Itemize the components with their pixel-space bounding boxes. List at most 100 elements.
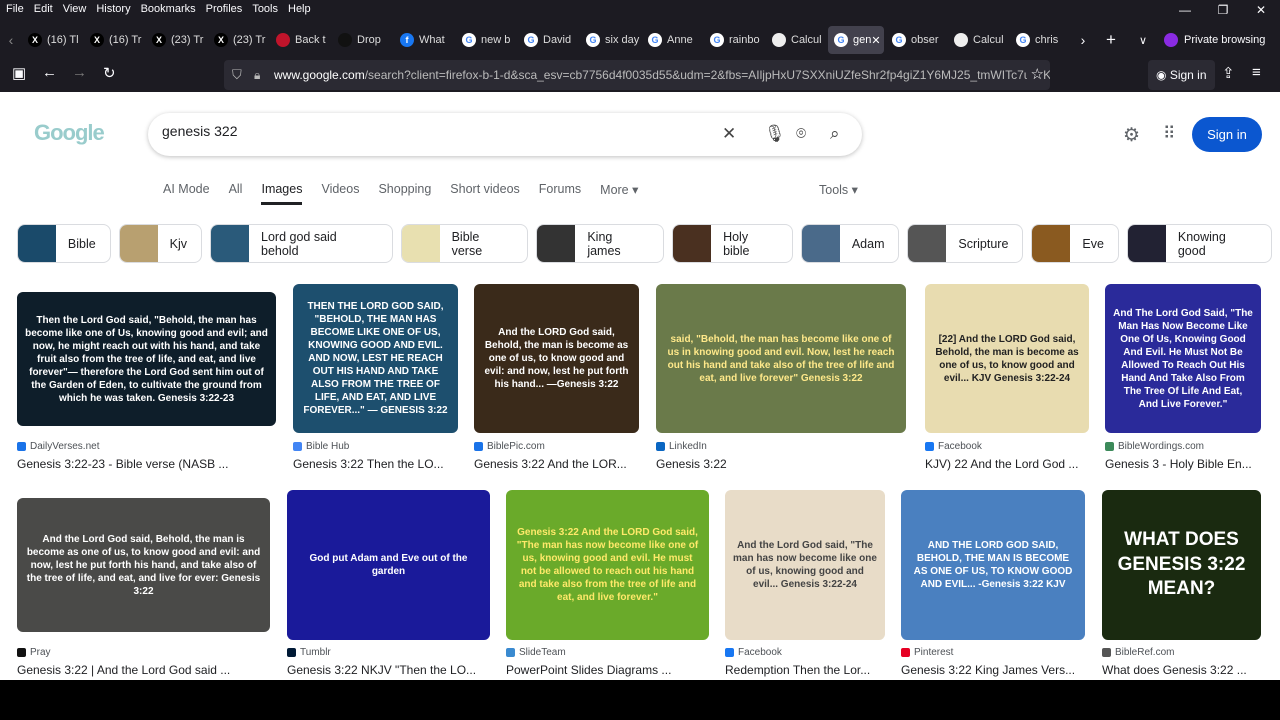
close-icon[interactable]: ✕: [1242, 0, 1280, 20]
chip-bible[interactable]: Bible: [17, 224, 111, 263]
result-source[interactable]: BibleRef.com: [1102, 647, 1261, 658]
menu-item-profiles[interactable]: Profiles: [206, 0, 243, 20]
tab-images[interactable]: Images: [261, 182, 303, 205]
result-source[interactable]: DailyVerses.net: [17, 441, 276, 452]
result-image[interactable]: THEN THE LORD GOD SAID, "BEHOLD, THE MAN…: [293, 284, 458, 433]
chip-knowing-good[interactable]: Knowing good: [1126, 224, 1273, 263]
image-result[interactable]: And the Lord God said, Behold, the man i…: [17, 498, 270, 677]
image-result[interactable]: THEN THE LORD GOD SAID, "BEHOLD, THE MAN…: [293, 284, 458, 471]
result-source[interactable]: SlideTeam: [506, 647, 709, 658]
search-input[interactable]: [162, 123, 702, 139]
browser-tab[interactable]: f What: [394, 26, 454, 54]
result-title[interactable]: Genesis 3:22-23 - Bible verse (NASB ...: [17, 457, 276, 471]
menu-item-view[interactable]: View: [63, 0, 87, 20]
image-result[interactable]: And the LORD God said, Behold, the man i…: [474, 284, 639, 471]
tab-short-videos[interactable]: Short videos: [450, 182, 519, 205]
result-image[interactable]: Then the Lord God said, "Behold, the man…: [17, 292, 276, 426]
result-title[interactable]: Genesis 3:22: [656, 457, 906, 471]
result-source[interactable]: Bible Hub: [293, 441, 458, 452]
result-title[interactable]: Genesis 3:22 NKJV "Then the LO...: [287, 663, 490, 677]
chip-king-james[interactable]: King james: [536, 224, 665, 263]
result-title[interactable]: Genesis 3:22 And the LOR...: [474, 457, 639, 471]
browser-tab[interactable]: Ggen ✕: [828, 26, 884, 54]
result-source[interactable]: Facebook: [725, 647, 885, 658]
new-tab-icon[interactable]: +: [1094, 30, 1128, 50]
result-title[interactable]: Genesis 3 - Holy Bible En...: [1105, 457, 1261, 471]
browser-tab[interactable]: G David: [518, 26, 578, 54]
result-source[interactable]: Tumblr: [287, 647, 490, 658]
result-image[interactable]: And the LORD God said, Behold, the man i…: [474, 284, 639, 433]
forward-icon[interactable]: →: [72, 64, 87, 81]
result-source[interactable]: Pray: [17, 647, 270, 658]
browser-tab[interactable]: X (16) Tl: [22, 26, 82, 54]
google-logo[interactable]: Google: [34, 120, 105, 146]
menu-item-history[interactable]: History: [96, 0, 130, 20]
tab-all[interactable]: All: [229, 182, 243, 205]
image-result[interactable]: WHAT DOES GENESIS 3:22 MEAN? BibleRef.com…: [1102, 490, 1261, 677]
lens-icon[interactable]: ⌾: [796, 124, 806, 144]
menu-item-file[interactable]: File: [6, 0, 24, 20]
image-result[interactable]: Then the Lord God said, "Behold, the man…: [17, 292, 276, 471]
result-title[interactable]: Genesis 3:22 King James Vers...: [901, 663, 1085, 677]
tab-shopping[interactable]: Shopping: [378, 182, 431, 205]
microphone-icon[interactable]: 🎙︎: [764, 124, 786, 144]
chip-bible-verse[interactable]: Bible verse: [400, 224, 529, 263]
tab-scroll-right-icon[interactable]: ›: [1072, 32, 1094, 48]
result-title[interactable]: PowerPoint Slides Diagrams ...: [506, 663, 709, 677]
shield-icon[interactable]: ⛉: [232, 60, 242, 90]
result-image[interactable]: WHAT DOES GENESIS 3:22 MEAN?: [1102, 490, 1261, 640]
menu-item-help[interactable]: Help: [288, 0, 311, 20]
firefox-sign-in-button[interactable]: ◉ Sign in: [1148, 60, 1215, 90]
browser-tab[interactable]: Drop: [332, 26, 392, 54]
google-sign-in-button[interactable]: Sign in: [1192, 117, 1262, 152]
menu-icon[interactable]: ≡: [1252, 64, 1261, 81]
browser-tab[interactable]: Gchris: [1010, 26, 1070, 54]
image-result[interactable]: said, "Behold, the man has become like o…: [656, 284, 906, 471]
settings-gear-icon[interactable]: ⚙: [1123, 124, 1140, 147]
result-image[interactable]: said, "Behold, the man has become like o…: [656, 284, 906, 433]
image-result[interactable]: And the Lord God said, "The man has now …: [725, 490, 885, 677]
result-source[interactable]: LinkedIn: [656, 441, 906, 452]
clear-icon[interactable]: ✕: [722, 124, 736, 144]
browser-tab[interactable]: Calcul: [766, 26, 826, 54]
result-image[interactable]: And the Lord God said, Behold, the man i…: [17, 498, 270, 632]
tab-more[interactable]: More ▾: [600, 182, 638, 205]
browser-tab[interactable]: Gnew b: [456, 26, 516, 54]
result-title[interactable]: What does Genesis 3:22 ...: [1102, 663, 1261, 677]
tools-button[interactable]: Tools ▾: [819, 182, 858, 197]
chip-scripture[interactable]: Scripture: [907, 224, 1024, 263]
sidebar-icon[interactable]: ▣: [12, 64, 26, 82]
menu-item-edit[interactable]: Edit: [34, 0, 53, 20]
browser-tab[interactable]: Back t: [270, 26, 330, 54]
browser-tab[interactable]: X (16) Tr: [84, 26, 144, 54]
browser-tab[interactable]: Gobser: [886, 26, 946, 54]
result-source[interactable]: Pinterest: [901, 647, 1085, 658]
browser-tab[interactable]: Grainbo: [704, 26, 764, 54]
browser-tab[interactable]: X (23) Tr: [146, 26, 206, 54]
tab-close-icon[interactable]: ✕: [871, 34, 880, 47]
browser-tab[interactable]: Gsix day: [580, 26, 640, 54]
image-result[interactable]: Genesis 3:22 And the LORD God said, "The…: [506, 490, 709, 677]
chip-lord-god-said-behold[interactable]: Lord god said behold: [210, 224, 393, 263]
browser-tab[interactable]: Calcul: [948, 26, 1008, 54]
result-image[interactable]: And The Lord God Said, "The Man Has Now …: [1105, 284, 1261, 433]
result-source[interactable]: BiblePic.com: [474, 441, 639, 452]
image-result[interactable]: And The Lord God Said, "The Man Has Now …: [1105, 284, 1261, 471]
result-source[interactable]: Facebook: [925, 441, 1089, 452]
image-result[interactable]: God put Adam and Eve out of the garden Tu…: [287, 490, 490, 677]
result-image[interactable]: And the Lord God said, "The man has now …: [725, 490, 885, 640]
result-image[interactable]: God put Adam and Eve out of the garden: [287, 490, 490, 640]
tab-scroll-left-icon[interactable]: ‹: [0, 32, 22, 48]
reload-icon[interactable]: ↻: [103, 64, 116, 82]
search-icon[interactable]: ⌕: [830, 124, 840, 144]
result-image[interactable]: AND THE LORD GOD SAID, BEHOLD, THE MAN I…: [901, 490, 1085, 640]
tab-videos[interactable]: Videos: [321, 182, 359, 205]
tab-ai-mode[interactable]: AI Mode: [163, 182, 210, 205]
chip-kjv[interactable]: Kjv: [118, 224, 203, 263]
extensions-icon[interactable]: ⇪: [1222, 64, 1235, 82]
browser-tab[interactable]: G Anne: [642, 26, 702, 54]
menu-item-bookmarks[interactable]: Bookmarks: [141, 0, 196, 20]
back-icon[interactable]: ←: [42, 64, 57, 81]
result-title[interactable]: Redemption Then the Lor...: [725, 663, 885, 677]
chip-eve[interactable]: Eve: [1031, 224, 1119, 263]
